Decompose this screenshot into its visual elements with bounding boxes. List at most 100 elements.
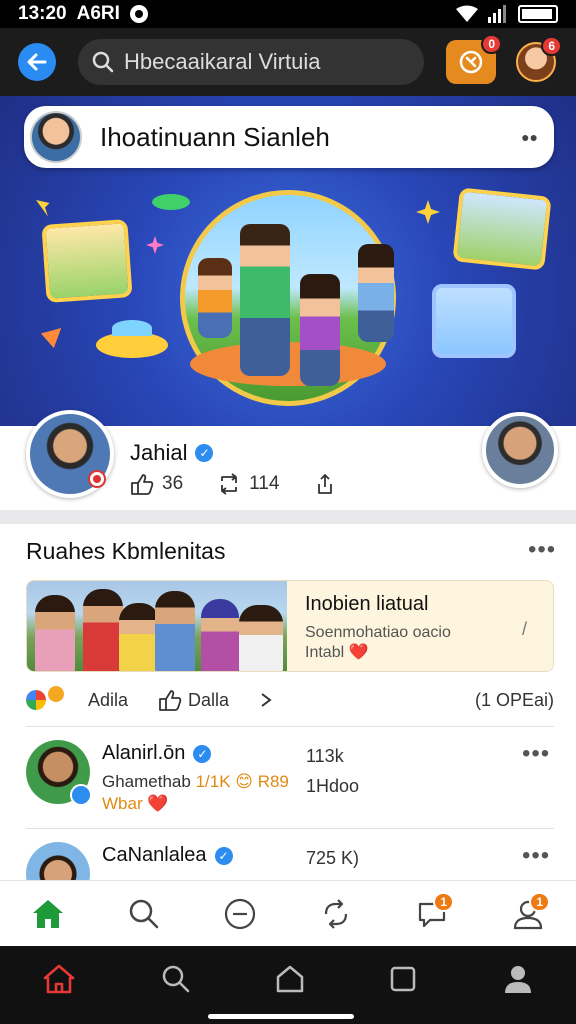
nav-messages[interactable]: 1 [408,890,456,938]
comment-avatar[interactable] [26,740,92,806]
recents-icon[interactable] [389,965,417,993]
battery-icon [518,5,558,23]
featured-title: Inobien liatual [305,593,429,615]
divider [26,828,554,829]
home-icon[interactable] [42,963,76,995]
comment-count: 725 K) [306,848,360,868]
star-decoration [146,236,164,254]
nav-create[interactable] [216,890,264,938]
google-icon [26,690,46,710]
play-icon[interactable] [259,692,273,708]
status-time: 13:20 [18,3,67,24]
search-icon [92,51,114,73]
account-icon[interactable] [502,963,534,995]
avatar-badge: 6 [541,36,562,56]
action-label-2[interactable]: Dalla [188,690,229,711]
community-section: Ruahes Kbmlenitas ••• Inobien liatual So… [0,524,576,880]
featured-text: Inobien liatual Soenmohatiao oacio Intab… [287,581,553,671]
star-decoration [416,200,440,224]
comment-author[interactable]: CaNanlalea [102,844,207,867]
profile-row: Jahial ✓ 36 114 [0,410,576,510]
top-app-bar: Hbecaaikaral Virtuia 0 6 [0,28,576,96]
repost-icon [221,473,238,495]
more-icon[interactable]: ••• [522,740,550,768]
wifi-icon [456,5,478,22]
comment-name-row: Alanirl.ōn ✓ [102,742,212,765]
edit-icon[interactable]: / [522,619,527,640]
featured-post-card[interactable]: Inobien liatual Soenmohatiao oacio Intab… [26,580,554,672]
reels-button[interactable]: 0 [446,34,502,84]
ufo-small-illustration [152,194,190,210]
verified-icon: ✓ [214,846,233,865]
reels-badge: 0 [481,34,502,54]
system-home-icon[interactable] [275,964,305,994]
like-stat[interactable]: 36 [130,473,183,495]
profile-avatar[interactable] [26,410,114,498]
community-title: Ruahes Kbmlenitas [26,538,226,564]
profile-name-row: Jahial ✓ [130,440,214,466]
nav-profile[interactable]: 1 [504,890,552,938]
divider [26,726,554,727]
action-label-1[interactable]: Adila [88,690,128,711]
user-avatar[interactable]: 6 [516,36,562,82]
list-item[interactable]: Alanirl.ōn ✓ Ghamethab 1/1K 😊 R89 Wbar ❤… [26,740,554,830]
signal-icon [488,5,506,23]
status-bar: 13:20 A6RI [0,0,576,28]
list-item[interactable]: CaNanlalea ✓ 725 K) ••• [26,842,554,880]
live-indicator-icon [88,470,106,488]
plus-circle-icon [224,898,256,929]
nav-search[interactable] [120,890,168,938]
nav-refresh[interactable] [312,890,360,938]
hero-title-bar[interactable]: Ihoatinuann Sianleh ●● [24,106,554,168]
comment-avatar[interactable] [26,842,90,880]
back-button[interactable] [18,43,56,81]
comment-text-prefix: Ghamethab [102,772,196,791]
profile-badge: 1 [529,891,550,912]
app-bottom-nav: 1 1 [0,880,576,946]
emoji-icon [48,686,64,702]
star-decoration [36,200,50,217]
search-input[interactable]: Hbecaaikaral Virtuia [78,39,424,85]
verified-icon: ✓ [193,744,212,763]
share-icon [318,474,333,494]
photo-card-right-bottom [432,284,516,358]
system-nav-bar [0,946,576,1024]
featured-subtitle: Soenmohatiao oacio [305,624,451,641]
search-icon[interactable] [161,964,191,994]
ufo-dome [112,320,152,336]
hero-title: Ihoatinuann Sianleh [100,121,330,152]
home-indicator[interactable] [208,1014,354,1019]
group-photo [27,581,287,671]
search-text: Hbecaaikaral Virtuia [124,49,321,74]
friend-avatar[interactable] [482,412,558,488]
featured-subtitle-2: Intabl ❤️ [305,644,369,661]
like-count: 36 [162,473,184,494]
comment-subtext: 1Hdoo [306,776,360,796]
profile-stats: 36 114 [130,472,371,496]
star-decoration [41,328,62,349]
like-icon [131,474,154,495]
profile-name[interactable]: Jahial [130,440,187,466]
child-figure [198,258,232,338]
status-app-icon [129,5,148,23]
hero-avatar [30,111,82,163]
like-icon[interactable] [158,689,182,711]
more-icon[interactable]: ••• [528,536,556,564]
comment-author[interactable]: Alanirl.ōn [102,742,185,765]
more-icon[interactable]: ••• [522,842,550,870]
comment-text-2: Wbar ❤️ [102,794,169,813]
chevron-down-icon[interactable]: ●● [521,129,538,145]
comment-name-row: CaNanlalea ✓ [102,844,233,867]
photo-card-left [41,219,133,303]
home-icon [33,899,63,928]
status-network: A6RI [76,3,120,24]
nav-home[interactable] [24,890,72,938]
parent-figure [240,224,290,376]
photo-card-right-top [452,187,552,271]
section-divider [0,510,576,524]
repost-stat[interactable]: 114 [217,473,279,495]
comment-text: Ghamethab 1/1K 😊 R89 [102,772,289,792]
reaction-icons [26,686,64,710]
share-stat[interactable] [313,472,337,496]
comment-count: 113k [306,746,344,766]
